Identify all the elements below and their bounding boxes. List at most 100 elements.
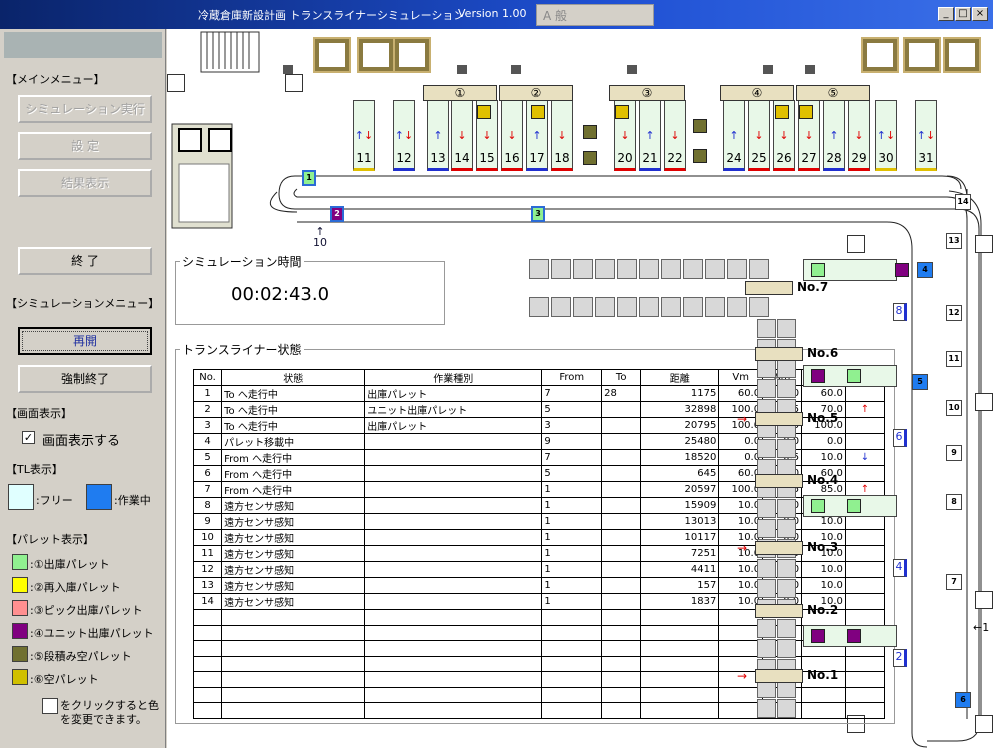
carrier-1[interactable]: 1 (302, 170, 316, 186)
down-arrow-icon: ↓ (620, 129, 630, 142)
down-arrow-icon: ↓ (482, 129, 492, 142)
pallet-marker[interactable] (847, 629, 861, 643)
pallet-marker[interactable] (531, 105, 545, 119)
pallet-swatch-5[interactable] (12, 646, 28, 662)
control-panel: 【メインメニュー】 シミュレーション実行 設 定 結果表示 終 了 【シミュレー… (0, 29, 166, 748)
station-14[interactable]: ↓ 14 (451, 100, 473, 171)
pallet-marker[interactable] (583, 125, 597, 139)
exit-button[interactable]: 終 了 (18, 247, 152, 275)
pallet-marker[interactable] (895, 263, 909, 277)
maximize-button[interactable]: □ (955, 7, 971, 21)
carrier-2[interactable]: 2 (330, 206, 344, 222)
carrier-12[interactable]: 12 (946, 305, 962, 321)
table-cell (601, 401, 642, 418)
station-25[interactable]: ↓ 25 (748, 100, 770, 171)
down-arrow-icon: ↓ (754, 129, 764, 142)
close-button[interactable]: × (972, 7, 988, 21)
pallet-marker[interactable] (799, 105, 813, 119)
station-21[interactable]: ↑ 21 (639, 100, 661, 171)
lift-label: No.4 (807, 473, 839, 487)
column-header: 距離 (640, 369, 720, 386)
lift-port[interactable]: 4 (893, 559, 907, 577)
tl-status-label: トランスライナー状態 (180, 341, 304, 358)
table-cell: 4 (192, 433, 223, 450)
pallet-marker[interactable] (693, 149, 707, 163)
carrier-3[interactable]: 3 (531, 206, 545, 222)
carrier-active[interactable]: 5 (912, 374, 928, 390)
station-number: 28 (826, 151, 842, 165)
pallet-marker[interactable] (811, 369, 825, 383)
carrier-11[interactable]: 11 (946, 351, 962, 367)
ime-toolbar[interactable]: A 般 (536, 4, 654, 26)
station-18[interactable]: ↓ 18 (551, 100, 573, 171)
settings-button[interactable]: 設 定 (18, 132, 152, 160)
pallet-swatch-1[interactable] (12, 554, 28, 570)
pallet-marker[interactable] (615, 105, 629, 119)
tl-working-swatch[interactable] (86, 484, 112, 510)
table-cell (640, 609, 720, 626)
station-13[interactable]: ↑ 13 (427, 100, 449, 171)
pallet-marker[interactable] (775, 105, 789, 119)
conveyor-cell (617, 297, 637, 317)
conveyor-cell (777, 639, 796, 658)
pallet-marker[interactable] (477, 105, 491, 119)
tl-free-swatch[interactable] (8, 484, 34, 510)
pallet-marker[interactable] (811, 629, 825, 643)
right-arrow-icon: → (737, 669, 748, 683)
pallet-marker[interactable] (847, 369, 861, 383)
carrier-10[interactable]: 10 (946, 400, 962, 416)
run-simulation-button[interactable]: シミュレーション実行 (18, 95, 152, 123)
pallet-marker[interactable] (693, 119, 707, 133)
results-button[interactable]: 結果表示 (18, 169, 152, 197)
lift-port[interactable]: 6 (893, 429, 907, 447)
pallet-swatch-6[interactable] (12, 669, 28, 685)
station-28[interactable]: ↑ 28 (823, 100, 845, 171)
conveyor-cell (757, 559, 776, 578)
station-30[interactable]: ↑↓ 30 (875, 100, 897, 171)
table-cell: 遠方センサ感知 (221, 577, 366, 594)
station-12[interactable]: ↑↓ 12 (393, 100, 415, 171)
display-checkbox[interactable]: ✓ (22, 431, 35, 444)
pallet-marker[interactable] (811, 263, 825, 277)
table-cell (601, 497, 642, 514)
display-checkbox-label: 画面表示する (42, 434, 121, 449)
station-16[interactable]: ↓ 16 (501, 100, 523, 171)
table-cell: 1 (541, 593, 603, 610)
table-cell (844, 686, 886, 703)
table-cell: 20597 (640, 481, 720, 498)
station-22[interactable]: ↓ 22 (664, 100, 686, 171)
pallet-marker[interactable] (811, 499, 825, 513)
lift-port[interactable]: 8 (893, 303, 907, 321)
table-cell (364, 449, 543, 466)
lift-port[interactable]: 2 (893, 649, 907, 667)
station-24[interactable]: ↑ 24 (723, 100, 745, 171)
carrier-8[interactable]: 8 (946, 494, 962, 510)
minimize-button[interactable]: _ (938, 7, 954, 21)
column-header: From (541, 369, 603, 386)
carrier-14[interactable]: 14 (955, 194, 971, 210)
station-number: 30 (878, 151, 894, 165)
resume-button[interactable]: 再開 (18, 327, 152, 355)
station-29[interactable]: ↓ 29 (848, 100, 870, 171)
force-stop-button[interactable]: 強制終了 (18, 365, 152, 393)
conveyor-cell (705, 297, 725, 317)
table-cell: 10 (192, 529, 223, 546)
pallet-swatch-4[interactable] (12, 623, 28, 639)
pallet-marker[interactable] (583, 151, 597, 165)
conveyor-cell (757, 359, 776, 378)
station-11[interactable]: ↑↓ 11 (353, 100, 375, 171)
carrier-active[interactable]: 6 (955, 692, 971, 708)
carrier-active[interactable]: 4 (917, 262, 933, 278)
station-31[interactable]: ↑↓ 31 (915, 100, 937, 171)
carrier-13[interactable]: 13 (946, 233, 962, 249)
column-header: 状態 (221, 369, 366, 386)
conveyor-cell (551, 297, 571, 317)
carrier-9[interactable]: 9 (946, 445, 962, 461)
sensor-block (763, 65, 773, 74)
up-arrow-icon: ↑ (532, 129, 542, 142)
station-number: 25 (751, 151, 767, 165)
carrier-7[interactable]: 7 (946, 574, 962, 590)
pallet-swatch-2[interactable] (12, 577, 28, 593)
pallet-marker[interactable] (847, 499, 861, 513)
pallet-swatch-3[interactable] (12, 600, 28, 616)
